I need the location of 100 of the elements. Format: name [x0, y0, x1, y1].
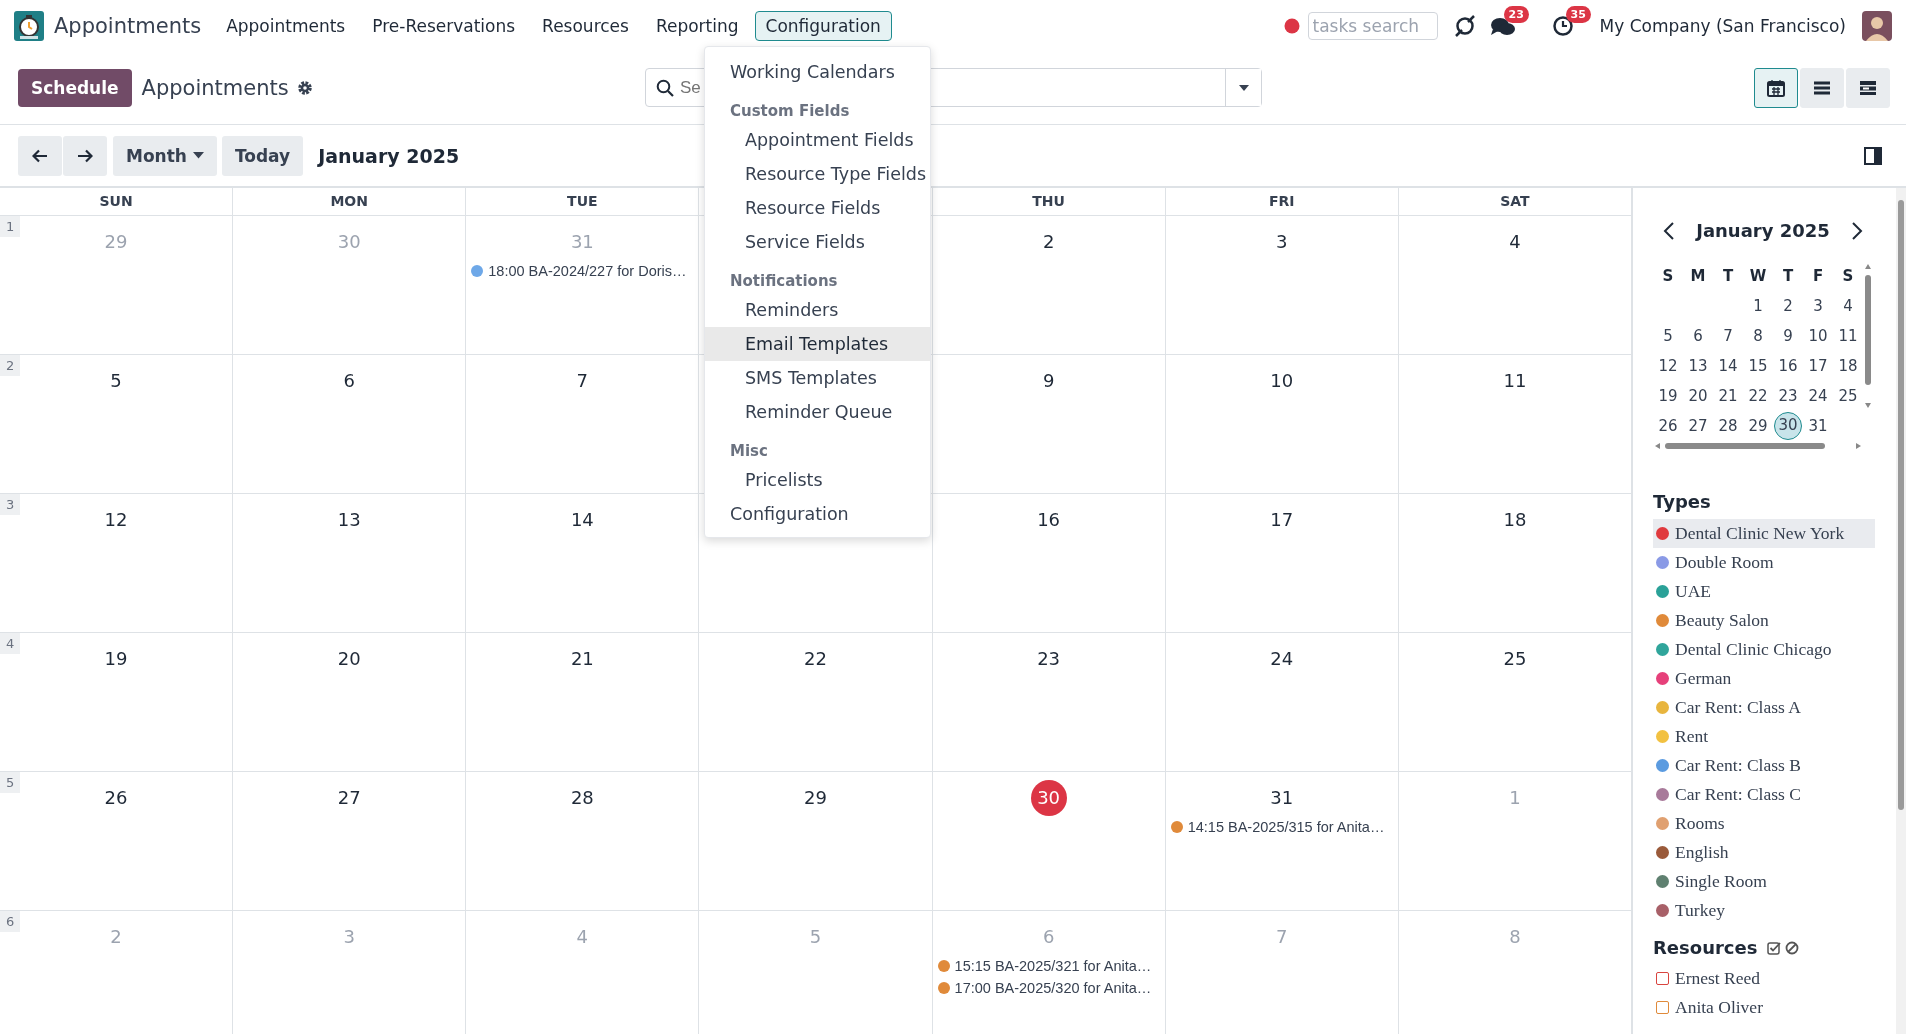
gear-icon[interactable]: [296, 79, 313, 96]
filter-item[interactable]: Double Room: [1653, 548, 1875, 577]
filter-toggle-button[interactable]: [1225, 69, 1261, 106]
schedule-button[interactable]: Schedule: [18, 68, 132, 107]
next-button[interactable]: [63, 135, 107, 176]
day-number[interactable]: 31: [1270, 787, 1294, 809]
filter-item[interactable]: Single Room: [1653, 867, 1875, 896]
mini-calendar-day[interactable]: 15: [1744, 352, 1772, 380]
mini-calendar-day[interactable]: 9: [1774, 322, 1802, 350]
mini-calendar-day[interactable]: 13: [1684, 352, 1712, 380]
resource-label[interactable]: Anita Oliver: [1675, 997, 1763, 1018]
day-number[interactable]: 3: [1276, 231, 1288, 253]
filter-item[interactable]: English: [1653, 838, 1875, 867]
day-number[interactable]: 2: [1042, 231, 1055, 253]
filter-item[interactable]: UAE: [1653, 577, 1875, 606]
mini-calendar-day[interactable]: 29: [1744, 412, 1772, 440]
day-number[interactable]: 27: [337, 787, 361, 809]
mini-calendar-day[interactable]: 26: [1654, 412, 1682, 440]
mini-calendar-day[interactable]: 22: [1744, 382, 1772, 410]
menu-item[interactable]: Pre-Reservations: [361, 10, 527, 41]
sync-icon[interactable]: [1453, 14, 1476, 37]
day-number[interactable]: 22: [804, 648, 827, 670]
filter-item[interactable]: Dental Clinic New York: [1653, 519, 1875, 548]
company-switcher[interactable]: My Company (San Francisco): [1599, 15, 1846, 36]
day-number[interactable]: 24: [1270, 648, 1294, 670]
day-number[interactable]: 4: [1509, 231, 1521, 253]
day-number[interactable]: 11: [1503, 370, 1527, 392]
mini-calendar-day[interactable]: 31: [1804, 412, 1832, 440]
menu-item[interactable]: Configuration: [705, 497, 930, 531]
mini-calendar-day[interactable]: 21: [1714, 382, 1742, 410]
day-number[interactable]: 9: [1042, 370, 1055, 392]
event-label[interactable]: 18:00 BA-2024/227 for Doris…: [488, 263, 687, 279]
day-number[interactable]: 21: [570, 648, 594, 670]
menu-item[interactable]: Pricelists: [705, 463, 930, 497]
day-number[interactable]: 5: [110, 370, 122, 392]
scale-dropdown[interactable]: Month: [113, 135, 217, 176]
tasks-search-field[interactable]: tasks search: [1307, 11, 1438, 40]
scrollbar[interactable]: [1896, 188, 1906, 1034]
app-name[interactable]: Appointments: [54, 13, 202, 38]
day-number[interactable]: 16: [1037, 509, 1061, 531]
checkbox[interactable]: [1656, 1001, 1669, 1014]
filter-item[interactable]: Car Rent: Class A: [1653, 693, 1875, 722]
checkbox[interactable]: [1656, 972, 1669, 985]
day-number[interactable]: 14: [570, 509, 594, 531]
day-number[interactable]: 28: [570, 787, 594, 809]
mini-calendar-day[interactable]: 11: [1834, 322, 1862, 350]
chevron-left-icon[interactable]: [1663, 221, 1675, 240]
mini-calendar-day[interactable]: 1: [1744, 292, 1772, 320]
menu-item[interactable]: Appointment Fields: [705, 123, 930, 157]
menu-item[interactable]: Reporting: [644, 10, 750, 41]
day-number[interactable]: 25: [1503, 648, 1527, 670]
sidebar-toggle-icon[interactable]: [1864, 146, 1882, 165]
day-number[interactable]: 12: [104, 509, 128, 531]
day-number[interactable]: 29: [804, 787, 827, 809]
mini-calendar-day[interactable]: 12: [1654, 352, 1682, 380]
menu-item[interactable]: Configuration: [754, 10, 892, 41]
day-number[interactable]: 17: [1270, 509, 1294, 531]
resource-label[interactable]: Ernest Reed: [1675, 968, 1761, 989]
mini-calendar-day[interactable]: 23: [1774, 382, 1802, 410]
mini-calendar-day[interactable]: 16: [1774, 352, 1802, 380]
day-number[interactable]: 19: [104, 648, 128, 670]
app-logo-icon[interactable]: [14, 10, 44, 41]
mini-calendar-day[interactable]: 5: [1654, 322, 1682, 350]
view-switch-button[interactable]: [1754, 67, 1798, 108]
filter-item[interactable]: Rent: [1653, 722, 1875, 751]
menu-item[interactable]: Reminders: [705, 293, 930, 327]
mini-calendar-day[interactable]: 25: [1834, 382, 1862, 410]
menu-item[interactable]: Resource Type Fields: [705, 157, 930, 191]
filter-item[interactable]: Dental Clinic Chicago: [1653, 635, 1875, 664]
filter-item[interactable]: Beauty Salon: [1653, 606, 1875, 635]
check-all-icon[interactable]: [1767, 940, 1782, 955]
mini-calendar-day[interactable]: 27: [1684, 412, 1712, 440]
mini-calendar-day[interactable]: 30: [1774, 412, 1802, 440]
day-number[interactable]: 10: [1270, 370, 1294, 392]
menu-item[interactable]: SMS Templates: [705, 361, 930, 395]
mini-calendar-day[interactable]: 20: [1684, 382, 1712, 410]
menu-item[interactable]: Resource Fields: [705, 191, 930, 225]
menu-item[interactable]: Resources: [531, 10, 640, 41]
mini-calendar-day[interactable]: 6: [1684, 322, 1712, 350]
chevron-right-icon[interactable]: [1851, 221, 1863, 240]
filter-item[interactable]: Turkey: [1653, 896, 1875, 925]
mini-calendar-day[interactable]: 28: [1714, 412, 1742, 440]
mini-calendar-day[interactable]: 17: [1804, 352, 1832, 380]
day-number[interactable]: 18: [1503, 509, 1527, 531]
mini-calendar-day[interactable]: 24: [1804, 382, 1832, 410]
mini-calendar-day[interactable]: 8: [1744, 322, 1772, 350]
mini-calendar-day[interactable]: 4: [1834, 292, 1862, 320]
day-number[interactable]: 6: [343, 370, 355, 392]
day-number[interactable]: 20: [337, 648, 361, 670]
clear-icon[interactable]: [1785, 940, 1800, 955]
filter-item[interactable]: Car Rent: Class C: [1653, 780, 1875, 809]
event-label[interactable]: 15:15 BA-2025/321 for Anita…: [954, 958, 1152, 974]
event-label[interactable]: 17:00 BA-2025/320 for Anita…: [954, 980, 1152, 996]
menu-item[interactable]: Email Templates: [705, 327, 930, 361]
day-number[interactable]: 7: [576, 370, 589, 392]
day-number[interactable]: 13: [337, 509, 361, 531]
filter-item[interactable]: Rooms: [1653, 809, 1875, 838]
avatar-icon[interactable]: [1862, 10, 1892, 41]
mini-calendar-day[interactable]: 14: [1714, 352, 1742, 380]
menu-item[interactable]: Reminder Queue: [705, 395, 930, 429]
